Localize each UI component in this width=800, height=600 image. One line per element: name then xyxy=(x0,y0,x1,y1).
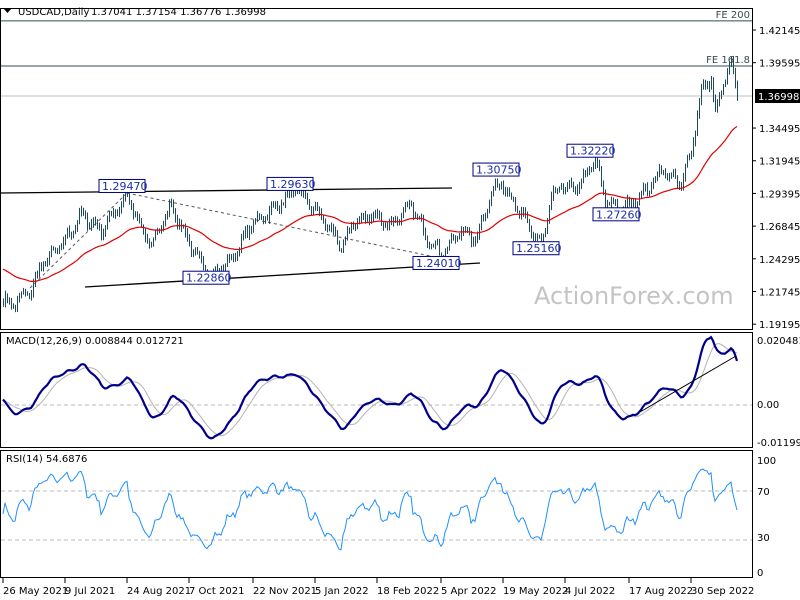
rsi-y-tick-label: 100 xyxy=(757,456,776,467)
price-label: 1.27260 xyxy=(596,208,642,221)
macd-y-tick-label: -0.011993 xyxy=(757,438,800,449)
x-tick-label: 7 Oct 2021 xyxy=(189,586,244,597)
watermark: ActionForex.com xyxy=(534,282,734,310)
price-label: 1.29470 xyxy=(102,180,148,193)
rsi-title: RSI(14) 54.6876 xyxy=(6,454,87,465)
x-tick-label: 18 Feb 2022 xyxy=(377,586,439,597)
fibonacci-level-label: FE 161.8 xyxy=(706,55,750,66)
price-label: 1.30750 xyxy=(476,164,522,177)
price-label: 1.22860 xyxy=(186,272,232,285)
x-tick-label: 30 Sep 2022 xyxy=(691,586,754,597)
x-tick-label: 19 May 2022 xyxy=(503,586,568,597)
macd-title: MACD(12,26,9) 0.008844 0.012721 xyxy=(6,336,184,347)
x-tick-label: 9 Jul 2021 xyxy=(65,586,115,597)
rsi-y-tick-label: 0 xyxy=(757,568,763,579)
x-tick-label: 24 Aug 2021 xyxy=(127,586,191,597)
y-tick-label: 1.21745 xyxy=(759,288,800,299)
x-tick-label: 26 May 2021 xyxy=(3,586,68,597)
y-tick-label: 1.31945 xyxy=(759,157,800,168)
x-tick-label: 5 Jan 2022 xyxy=(315,586,369,597)
y-tick-label: 1.39595 xyxy=(759,59,800,70)
rsi-y-tick-label: 70 xyxy=(757,487,770,498)
y-tick-label: 1.24295 xyxy=(759,255,800,266)
y-tick-label: 1.19195 xyxy=(759,320,800,331)
chart-title: USDCAD,Daily xyxy=(18,7,89,18)
y-tick-label: 1.26845 xyxy=(759,222,800,233)
y-tick-label: 1.42145 xyxy=(759,26,800,37)
macd-y-tick-label: 0.020481 xyxy=(757,336,800,347)
ohlc-values: 1.37041 1.37154 1.36776 1.36998 xyxy=(91,7,266,18)
rsi-y-tick-label: 30 xyxy=(757,533,770,544)
current-price-value: 1.36998 xyxy=(758,92,799,103)
y-tick-label: 1.29395 xyxy=(759,189,800,200)
usdcad-chart: ActionForex.com FE 200 FE 161.8 1.29470 1.… xyxy=(0,0,800,600)
macd-y-tick-label: 0.00 xyxy=(757,400,779,411)
fibonacci-level-label: FE 200 xyxy=(716,10,750,21)
x-tick-label: 4 Jul 2022 xyxy=(565,586,615,597)
x-tick-label: 17 Aug 2022 xyxy=(629,586,693,597)
x-tick-label: 22 Nov 2021 xyxy=(253,586,317,597)
x-tick-label: 5 Apr 2022 xyxy=(441,586,496,597)
price-label: 1.25160 xyxy=(516,242,562,255)
price-label: 1.29630 xyxy=(270,178,316,191)
y-tick-label: 1.34495 xyxy=(759,124,800,135)
price-label: 1.24010 xyxy=(416,257,462,270)
price-label: 1.32220 xyxy=(570,145,616,158)
